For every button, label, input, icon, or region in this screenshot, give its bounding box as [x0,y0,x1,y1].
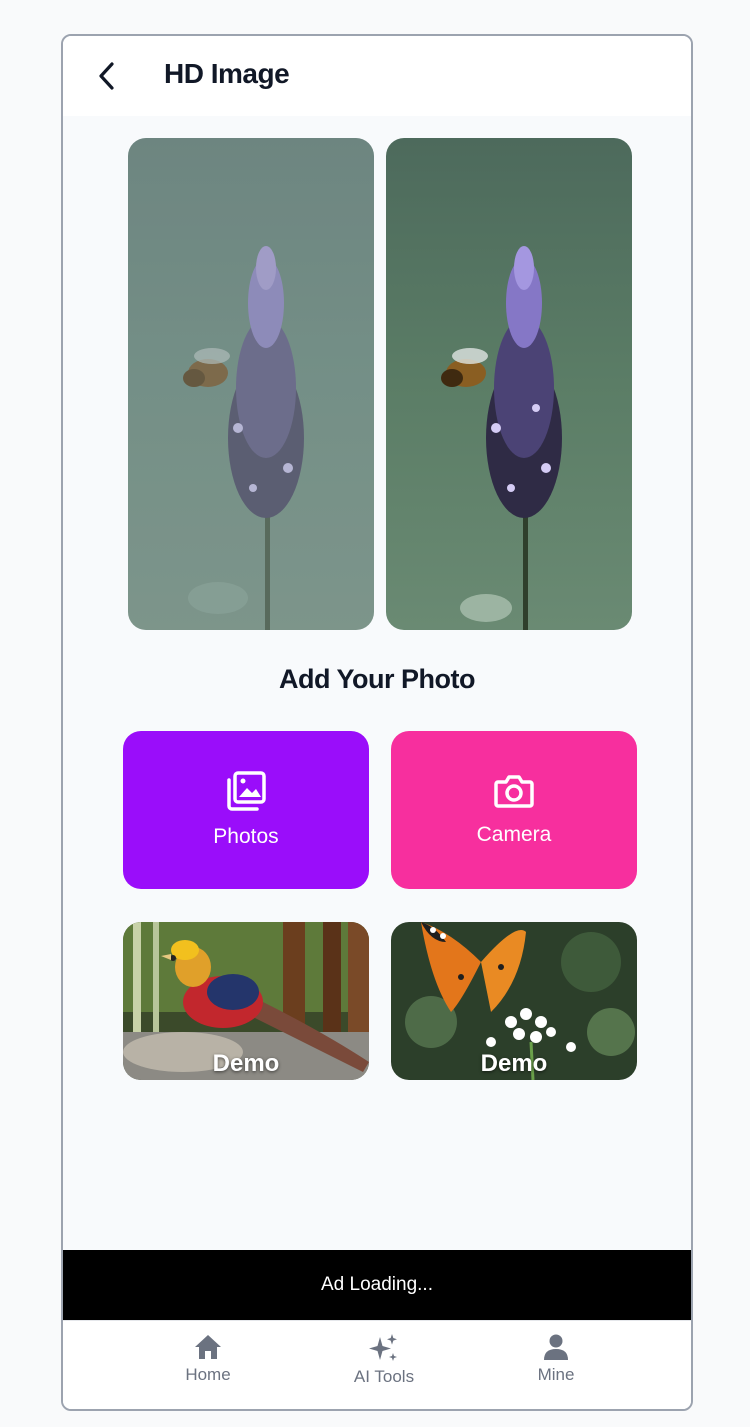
add-photo-title: Add Your Photo [279,664,475,694]
phone-frame: HD Image Add Your Photo Photos Camera De… [61,34,693,1411]
before-preview-image [128,138,374,630]
page-title: HD Image [164,58,290,89]
tab-label: Mine [537,1365,575,1384]
camera-button[interactable]: Camera [391,731,637,889]
tab-mine[interactable]: Mine [506,1333,606,1385]
demo-card-pheasant[interactable]: Demo [123,922,369,1080]
tab-label: AI Tools [353,1367,415,1386]
demo-label: Demo [212,1050,280,1077]
user-icon [544,1334,568,1360]
chevron-left-icon [99,62,114,90]
camera-icon [494,775,534,808]
demo-label: Demo [480,1050,548,1077]
demo-card-butterfly[interactable]: Demo [391,922,637,1080]
sparkles-icon [369,1334,397,1361]
bottom-tab-bar: Home AI Tools Mine [63,1320,691,1409]
home-icon [195,1335,221,1359]
camera-button-label: Camera [476,823,552,846]
after-preview-image [386,138,632,630]
top-bar: HD Image [63,36,691,116]
ad-banner[interactable]: Ad Loading... [63,1250,691,1320]
gallery-icon [227,771,266,811]
tab-home[interactable]: Home [158,1333,258,1385]
tab-label: Home [185,1365,231,1384]
photos-button[interactable]: Photos [123,731,369,889]
tab-ai-tools[interactable]: AI Tools [334,1333,434,1387]
photos-button-label: Photos [213,825,279,848]
back-button[interactable] [85,54,129,98]
